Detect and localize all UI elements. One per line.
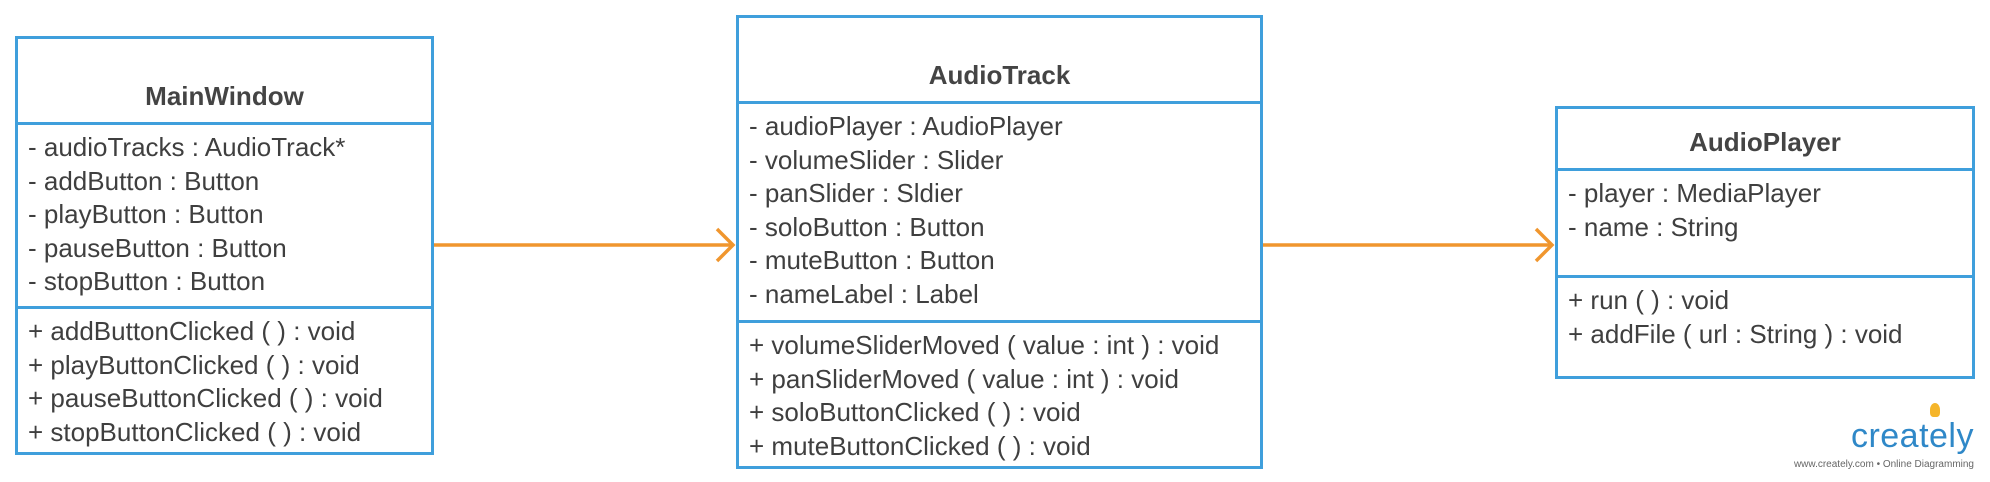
attribute: - audioTracks : AudioTrack* (28, 132, 346, 162)
attribute: - audioPlayer : AudioPlayer (749, 111, 1063, 141)
class-name: AudioPlayer (1558, 109, 1972, 171)
methods-section: + addButtonClicked ( ) : void + playButt… (18, 309, 431, 449)
attribute: - soloButton : Button (749, 211, 985, 242)
attribute: - pauseButton : Button (28, 232, 287, 263)
creately-logo: creately (1794, 403, 1974, 455)
method: + muteButtonClicked ( ) : void (749, 430, 1091, 461)
attribute: - nameLabel : Label (749, 278, 979, 309)
attribute: - volumeSlider : Slider (749, 144, 1004, 175)
class-name: MainWindow (18, 39, 431, 125)
class-mainwindow[interactable]: MainWindow - audioTracks : AudioTrack* -… (15, 36, 434, 455)
methods-section: + run ( ) : void + addFile ( url : Strin… (1558, 278, 1972, 351)
attribute: - muteButton : Button (749, 245, 995, 275)
method: + run ( ) : void (1568, 285, 1730, 315)
logo-text: creately (1850, 417, 1974, 455)
class-name: AudioTrack (739, 18, 1260, 104)
method: + addFile ( url : String ) : void (1568, 318, 1903, 349)
method: + addButtonClicked ( ) : void (28, 316, 356, 346)
class-audioplayer[interactable]: AudioPlayer - player : MediaPlayer - nam… (1555, 106, 1975, 379)
attribute: - player : MediaPlayer (1568, 178, 1821, 208)
methods-section: + volumeSliderMoved ( value : int ) : vo… (739, 323, 1260, 463)
attributes-section: - audioTracks : AudioTrack* - addButton … (18, 125, 431, 309)
method: + stopButtonClicked ( ) : void (28, 416, 362, 447)
brand-tagline: www.creately.com • Online Diagramming (1793, 459, 1974, 470)
arrow-mainwindow-to-audiotrack (434, 227, 736, 263)
arrow-audiotrack-to-audioplayer (1263, 227, 1555, 263)
class-audiotrack[interactable]: AudioTrack - audioPlayer : AudioPlayer -… (736, 15, 1263, 469)
method: + playButtonClicked ( ) : void (28, 349, 360, 380)
attribute: - name : String (1568, 211, 1739, 242)
method: + pauseButtonClicked ( ) : void (28, 383, 383, 413)
attribute: - addButton : Button (28, 165, 260, 196)
attributes-section: - audioPlayer : AudioPlayer - volumeSlid… (739, 104, 1260, 323)
attribute: - stopButton : Button (28, 266, 266, 296)
attribute: - playButton : Button (28, 199, 264, 229)
method: + volumeSliderMoved ( value : int ) : vo… (749, 330, 1220, 360)
attributes-section: - player : MediaPlayer - name : String (1558, 171, 1972, 278)
attribute: - panSlider : Sldier (749, 178, 963, 208)
method: + panSliderMoved ( value : int ) : void (749, 363, 1179, 394)
method: + soloButtonClicked ( ) : void (749, 397, 1081, 427)
creately-branding: creately www.creately.com • Online Diagr… (1793, 403, 1974, 470)
lightbulb-icon (1930, 403, 1940, 417)
